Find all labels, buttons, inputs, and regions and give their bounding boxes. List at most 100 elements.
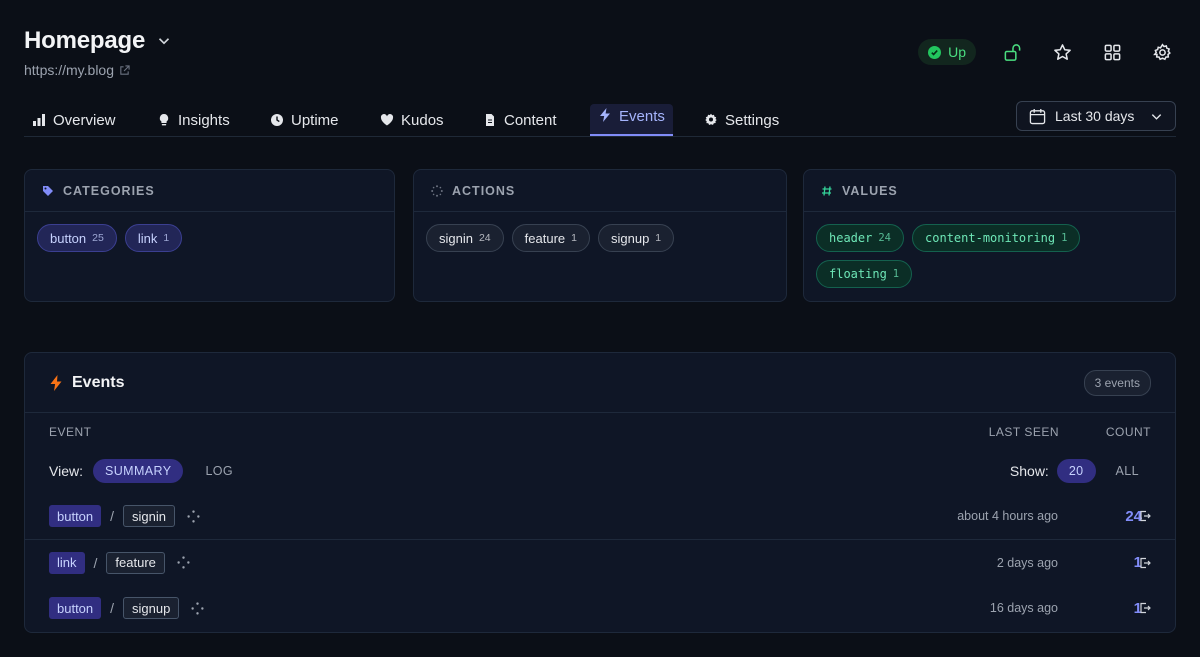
values-header: VALUES bbox=[804, 170, 1175, 212]
open-details-icon[interactable] bbox=[1139, 602, 1151, 614]
date-range-label: Last 30 days bbox=[1055, 108, 1135, 124]
view-toggle: View: SUMMARY LOG bbox=[49, 459, 245, 483]
value-chip[interactable]: floating 1 bbox=[816, 260, 913, 288]
categories-card: CATEGORIES button 25 link 1 bbox=[24, 169, 395, 302]
chip-count: 1 bbox=[163, 232, 170, 244]
separator: / bbox=[110, 508, 115, 524]
nav-tabs: Overview Insights Uptime Kudos Content E… bbox=[24, 101, 1176, 137]
dashboard-button[interactable] bbox=[1098, 38, 1126, 66]
chip-label: feature bbox=[524, 230, 566, 246]
bar-chart-icon bbox=[33, 114, 45, 126]
chip-count: 1 bbox=[892, 268, 900, 280]
event-action-tag[interactable]: signup bbox=[123, 597, 180, 619]
open-details-icon[interactable] bbox=[1139, 557, 1151, 569]
tab-label: Events bbox=[619, 108, 665, 125]
tab-kudos[interactable]: Kudos bbox=[380, 104, 444, 136]
site-settings-button[interactable] bbox=[1148, 38, 1176, 66]
event-category-tag[interactable]: button bbox=[49, 505, 102, 527]
tab-label: Insights bbox=[178, 111, 230, 129]
tab-content[interactable]: Content bbox=[483, 104, 557, 136]
chip-count: 1 bbox=[571, 232, 577, 244]
site-url[interactable]: https://my.blog bbox=[24, 62, 114, 78]
favorite-button[interactable] bbox=[1048, 38, 1076, 66]
view-log-button[interactable]: LOG bbox=[193, 459, 245, 483]
categories-header: CATEGORIES bbox=[25, 170, 394, 212]
separator: / bbox=[93, 554, 98, 571]
tab-overview[interactable]: Overview bbox=[32, 104, 116, 136]
chevron-down-icon[interactable] bbox=[155, 32, 173, 50]
chip-label: link bbox=[137, 230, 158, 246]
lightning-icon bbox=[50, 374, 62, 391]
date-range-select[interactable]: Last 30 days bbox=[1016, 101, 1176, 131]
tab-label: Kudos bbox=[401, 111, 444, 129]
header-actions: Up bbox=[918, 38, 1176, 66]
document-icon bbox=[486, 114, 494, 126]
chip-count: 1 bbox=[655, 232, 662, 244]
show-all-button[interactable]: ALL bbox=[1104, 459, 1151, 483]
view-summary-button[interactable]: SUMMARY bbox=[92, 459, 184, 483]
chevron-down-icon bbox=[1151, 113, 1162, 120]
events-panel-header: Events 3 events bbox=[25, 353, 1175, 413]
site-url-link[interactable]: https://my.blog bbox=[24, 62, 130, 78]
tab-events[interactable]: Events bbox=[590, 104, 673, 136]
table-row[interactable]: button / signup 16 days ago 1 bbox=[25, 585, 1175, 631]
event-action-tag[interactable]: feature bbox=[106, 551, 165, 574]
event-category-tag[interactable]: link bbox=[49, 551, 85, 574]
status-badge[interactable]: Up bbox=[918, 39, 976, 65]
chip-count: 24 bbox=[878, 232, 892, 244]
separator: / bbox=[110, 600, 115, 616]
heart-icon bbox=[380, 114, 394, 126]
value-chip[interactable]: header 24 bbox=[816, 224, 905, 252]
card-title: VALUES bbox=[842, 183, 898, 198]
tab-label: Overview bbox=[53, 111, 116, 129]
tag-icon bbox=[43, 185, 53, 196]
expand-icon[interactable] bbox=[187, 509, 200, 523]
star-icon bbox=[1053, 43, 1071, 60]
last-seen: 2 days ago bbox=[996, 555, 1058, 570]
events-title: Events bbox=[72, 373, 125, 391]
expand-icon[interactable] bbox=[177, 556, 190, 569]
action-chip[interactable]: signin 24 bbox=[426, 224, 504, 252]
tab-label: Uptime bbox=[291, 111, 339, 129]
column-header-event: EVENT bbox=[49, 425, 92, 439]
check-circle-icon bbox=[928, 45, 942, 59]
external-link-icon bbox=[120, 64, 130, 75]
show-20-button[interactable]: 20 bbox=[1056, 459, 1096, 483]
table-row[interactable]: button / signin about 4 hours ago 24 bbox=[25, 493, 1175, 539]
show-label: Show: bbox=[1009, 463, 1049, 479]
lightning-icon bbox=[600, 108, 610, 122]
chip-label: floating bbox=[829, 267, 887, 281]
action-chip[interactable]: feature 1 bbox=[511, 224, 590, 252]
chip-label: header bbox=[829, 231, 873, 245]
tab-insights[interactable]: Insights bbox=[157, 104, 230, 136]
actions-header: ACTIONS bbox=[414, 170, 786, 212]
lightbulb-icon bbox=[159, 114, 169, 126]
chip-label: button bbox=[50, 230, 87, 246]
last-seen: 16 days ago bbox=[989, 601, 1058, 615]
chip-label: content-monitoring bbox=[925, 231, 1056, 245]
spinner-icon bbox=[431, 184, 443, 197]
gear-icon bbox=[705, 113, 717, 125]
event-category-tag[interactable]: button bbox=[49, 597, 102, 619]
calendar-icon bbox=[1029, 108, 1046, 124]
value-chip[interactable]: content-monitoring 1 bbox=[912, 224, 1081, 252]
unlock-icon bbox=[1004, 43, 1020, 61]
card-title: CATEGORIES bbox=[63, 183, 155, 198]
expand-icon[interactable] bbox=[191, 601, 204, 615]
category-chip[interactable]: link 1 bbox=[124, 224, 183, 252]
table-row[interactable]: link / feature 2 days ago 1 bbox=[25, 539, 1175, 585]
category-chip[interactable]: button 25 bbox=[37, 224, 117, 252]
tab-settings[interactable]: Settings bbox=[704, 104, 779, 136]
open-details-icon[interactable] bbox=[1139, 510, 1151, 522]
action-chip[interactable]: signup 1 bbox=[597, 224, 675, 252]
chip-count: 24 bbox=[478, 232, 491, 244]
tab-uptime[interactable]: Uptime bbox=[270, 104, 339, 136]
event-action-tag[interactable]: signin bbox=[123, 505, 176, 527]
tab-label: Settings bbox=[725, 111, 780, 129]
hash-icon bbox=[822, 185, 832, 196]
status-label: Up bbox=[948, 44, 966, 60]
card-title: ACTIONS bbox=[452, 183, 516, 198]
actions-card: ACTIONS signin 24 feature 1 signup 1 bbox=[413, 169, 787, 302]
unlock-button[interactable] bbox=[998, 38, 1026, 66]
page-title: Homepage bbox=[24, 27, 146, 54]
